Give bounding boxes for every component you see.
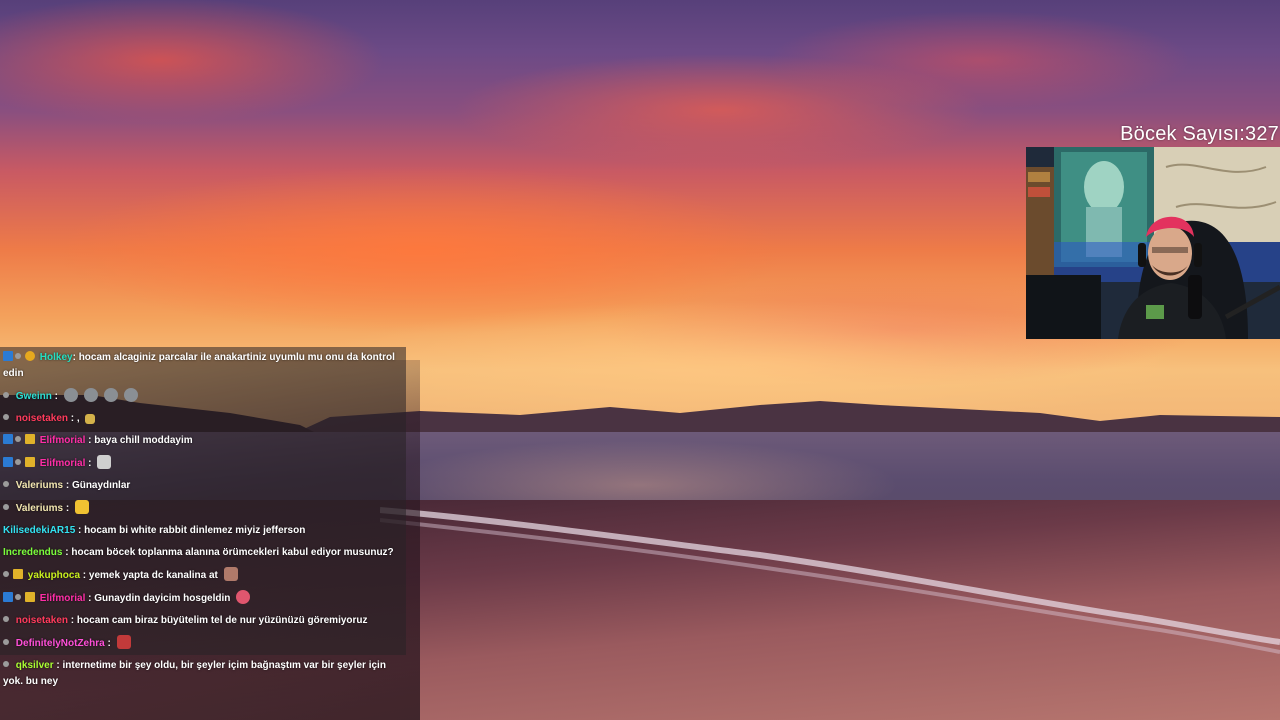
chat-separator: : xyxy=(63,480,72,491)
chat-username: Incredendus xyxy=(3,547,63,558)
chat-text: , xyxy=(76,413,80,424)
chat-username: KilisedekiAR15 xyxy=(3,525,76,536)
emote-icon xyxy=(97,455,112,469)
subscriber-badge-icon xyxy=(13,569,23,579)
chat-username: yakuphoca xyxy=(27,570,81,581)
chat-message: DefinitelyNotZehra : xyxy=(0,632,406,655)
chat-text: baya chill moddayim xyxy=(94,435,193,446)
chat-username: Elifmorial xyxy=(39,593,86,604)
moderator-badge-icon xyxy=(3,414,9,420)
chat-separator: : xyxy=(63,503,72,514)
chat-text: yemek yapta dc kanalina at xyxy=(88,570,218,581)
emote-icon xyxy=(83,388,98,402)
emote-icon xyxy=(223,567,238,581)
moderator-badge-icon xyxy=(3,481,9,487)
chat-message: Elifmorial : Gunaydin dayicim hosgeldin xyxy=(0,587,406,610)
chat-separator: : xyxy=(104,638,114,649)
chat-username: Valeriums xyxy=(15,480,64,491)
chat-message: Elifmorial : xyxy=(0,452,406,475)
chat-message: qksilver : internetime bir şey oldu, bir… xyxy=(0,655,406,693)
chat-username: noisetaken xyxy=(15,413,69,424)
chat-message: Gweinn : xyxy=(0,385,406,408)
chat-text: hocam böcek toplanma alanına örümcekleri… xyxy=(71,547,394,558)
emote-icon xyxy=(85,414,96,424)
chat-message: yakuphoca : yemek yapta dc kanalina at xyxy=(0,564,406,587)
chat-username: DefinitelyNotZehra xyxy=(15,638,105,649)
chat-text: Günaydınlar xyxy=(71,480,131,491)
chat-message: Valeriums : xyxy=(0,497,406,520)
moderator-badge-icon xyxy=(3,639,9,645)
subscriber-badge-icon xyxy=(25,434,35,444)
emote-icon xyxy=(74,500,89,514)
moderator-badge-icon xyxy=(15,353,21,359)
chat-separator: : xyxy=(51,391,61,402)
prime-badge-icon xyxy=(3,457,13,467)
chat-message: Incredendus : hocam böcek toplanma alanı… xyxy=(0,542,406,564)
bits-badge-icon xyxy=(25,351,35,361)
chat-message: Elifmorial : baya chill moddayim xyxy=(0,430,406,452)
emote-icon xyxy=(103,388,118,402)
chat-username: Elifmorial xyxy=(39,458,86,469)
emote-icon xyxy=(116,635,131,649)
wave-foam xyxy=(380,507,1280,654)
chat-message: noisetaken : hocam cam biraz büyütelim t… xyxy=(0,610,406,632)
webcam-feed xyxy=(1026,147,1280,339)
subscriber-badge-icon xyxy=(25,592,35,602)
chat-separator: : xyxy=(85,435,95,446)
chat-overlay: Holkey: hocam alcaginiz parcalar ile ana… xyxy=(0,347,406,687)
chat-username: qksilver xyxy=(15,660,54,671)
moderator-badge-icon xyxy=(3,616,9,622)
subscriber-badge-icon xyxy=(25,457,35,467)
heart-emote-icon xyxy=(236,590,251,604)
moderator-badge-icon xyxy=(15,594,21,600)
chat-separator: : xyxy=(85,593,95,604)
chat-username: Elifmorial xyxy=(39,435,86,446)
moderator-badge-icon xyxy=(3,392,9,398)
chat-username: Holkey xyxy=(39,352,73,363)
moderator-badge-icon xyxy=(3,504,9,510)
chat-username: noisetaken xyxy=(15,615,69,626)
chat-separator: : xyxy=(68,413,77,424)
chat-text: hocam cam biraz büyütelim tel de nur yüz… xyxy=(76,615,368,626)
moderator-badge-icon xyxy=(3,661,9,667)
prime-badge-icon xyxy=(3,592,13,602)
bug-counter: Böcek Sayısı:327 xyxy=(1120,123,1279,145)
chat-username: Valeriums xyxy=(15,503,64,514)
chat-text: Gunaydin dayicim hosgeldin xyxy=(94,593,231,604)
emote-icon xyxy=(63,388,78,402)
prime-badge-icon xyxy=(3,434,13,444)
moderator-badge-icon xyxy=(15,459,21,465)
chat-text: hocam bi white rabbit dinlemez miyiz jef… xyxy=(84,525,306,536)
chat-message: Holkey: hocam alcaginiz parcalar ile ana… xyxy=(0,347,406,385)
moderator-badge-icon xyxy=(3,571,9,577)
chat-message: Valeriums : Günaydınlar xyxy=(0,475,406,497)
prime-badge-icon xyxy=(3,351,13,361)
webcam-scene xyxy=(1026,147,1280,339)
chat-separator: : xyxy=(75,525,85,536)
chat-message: noisetaken : , xyxy=(0,408,406,430)
chat-message: KilisedekiAR15 : hocam bi white rabbit d… xyxy=(0,520,406,542)
chat-separator: : xyxy=(85,458,95,469)
chat-separator: : xyxy=(68,615,77,626)
chat-separator: : xyxy=(80,570,89,581)
emote-icon xyxy=(123,388,138,402)
chat-username: Gweinn xyxy=(15,391,52,402)
moderator-badge-icon xyxy=(15,436,21,442)
